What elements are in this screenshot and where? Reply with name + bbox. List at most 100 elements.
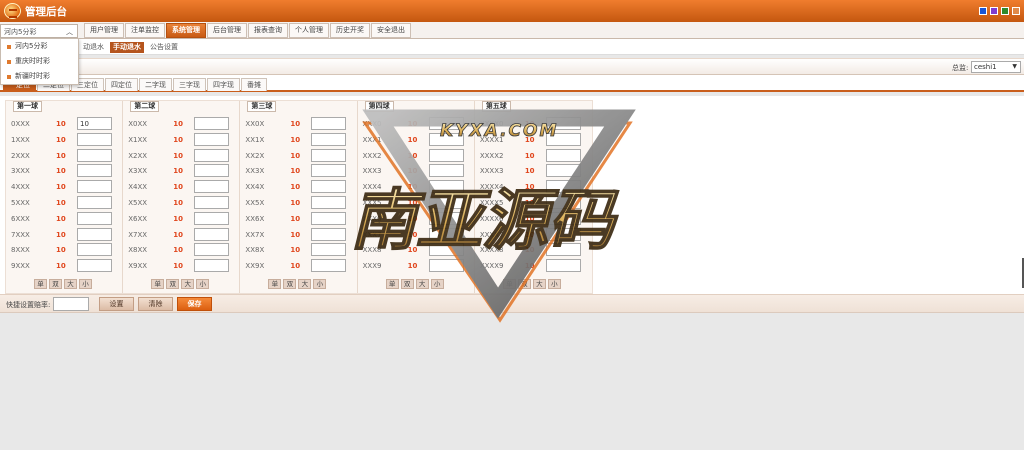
odds-input[interactable]	[545, 243, 581, 257]
odds-input[interactable]	[311, 195, 347, 209]
odds-input[interactable]	[311, 227, 347, 241]
play-tab[interactable]: 二字现	[139, 78, 172, 91]
odds-input[interactable]	[311, 132, 347, 146]
quick-select-button[interactable]: 单	[34, 279, 47, 289]
odds-input[interactable]	[194, 132, 230, 146]
quick-select-button[interactable]: 大	[532, 279, 546, 289]
lottery-select[interactable]: 河内5分彩 ︿	[0, 24, 78, 38]
theme-swatch-green[interactable]	[1001, 7, 1009, 15]
odds-input[interactable]	[77, 132, 112, 146]
nav-item[interactable]: 报表查询	[248, 23, 288, 38]
play-tab[interactable]: 四字现	[207, 78, 240, 91]
odds-input[interactable]	[77, 164, 112, 178]
odds-input[interactable]	[77, 117, 112, 130]
odds-input[interactable]	[428, 259, 464, 273]
subnav-item[interactable]: 公告设置	[147, 42, 181, 53]
odds-input[interactable]	[194, 148, 230, 162]
quick-select-button[interactable]: 大	[181, 279, 195, 289]
play-tab[interactable]: 番摊	[241, 78, 267, 91]
quick-select-button[interactable]: 小	[547, 279, 561, 289]
set-button[interactable]: 设置	[99, 297, 134, 311]
odds-input[interactable]	[428, 243, 464, 257]
subnav-item[interactable]: 动退水	[80, 42, 107, 53]
odds-input[interactable]	[77, 227, 112, 241]
odds-input[interactable]	[545, 180, 581, 194]
dropdown-item[interactable]: 重庆时时彩	[1, 54, 78, 69]
odds-input[interactable]	[77, 195, 112, 209]
odds-input[interactable]	[428, 132, 464, 146]
quick-select-button[interactable]: 大	[298, 279, 312, 289]
odds-input[interactable]	[311, 148, 347, 162]
odds-input[interactable]	[545, 117, 581, 130]
quick-select-button[interactable]: 小	[313, 279, 327, 289]
nav-item[interactable]: 历史开奖	[330, 23, 370, 38]
odds-input[interactable]	[194, 195, 230, 209]
odds-input[interactable]	[545, 148, 581, 162]
odds-input[interactable]	[428, 164, 464, 178]
dropdown-item[interactable]: 新疆时时彩	[1, 69, 78, 84]
subnav-item[interactable]: 手动退水	[110, 42, 144, 53]
odds-input[interactable]	[428, 180, 464, 194]
quick-select-button[interactable]: 单	[502, 279, 516, 289]
odds-input[interactable]	[77, 211, 112, 225]
quick-select-button[interactable]: 小	[79, 279, 92, 289]
dropdown-item[interactable]: 河内5分彩	[1, 39, 78, 54]
nav-item[interactable]: 系统管理	[166, 23, 206, 38]
quick-select-button[interactable]: 大	[64, 279, 77, 289]
odds-input[interactable]	[428, 227, 464, 241]
quick-select-button[interactable]: 双	[166, 279, 180, 289]
quick-select-button[interactable]: 单	[268, 279, 282, 289]
theme-swatch-orange[interactable]	[1012, 7, 1020, 15]
odds-input[interactable]	[194, 227, 230, 241]
odds-input[interactable]	[428, 195, 464, 209]
odds-row: XXXX7 10	[475, 227, 593, 243]
account-select[interactable]: ceshi1 ▼	[971, 61, 1021, 73]
odds-input[interactable]	[311, 259, 347, 273]
quick-select-button[interactable]: 单	[151, 279, 165, 289]
nav-item[interactable]: 注单监控	[125, 23, 165, 38]
odds-input[interactable]	[77, 180, 112, 194]
odds-input[interactable]	[194, 117, 230, 130]
quick-odds-input[interactable]	[53, 297, 89, 311]
odds-input[interactable]	[545, 259, 581, 273]
play-tab[interactable]: 三字现	[173, 78, 206, 91]
nav-item[interactable]: 个人管理	[289, 23, 329, 38]
odds-input[interactable]	[311, 243, 347, 257]
odds-input[interactable]	[77, 243, 112, 257]
theme-swatch-blue[interactable]	[979, 7, 987, 15]
theme-swatch-purple[interactable]	[990, 7, 998, 15]
odds-input[interactable]	[77, 259, 112, 273]
odds-input[interactable]	[194, 211, 230, 225]
quick-select-button[interactable]: 大	[415, 279, 429, 289]
odds-input[interactable]	[428, 211, 464, 225]
odds-input[interactable]	[545, 132, 581, 146]
quick-select-button[interactable]: 双	[283, 279, 297, 289]
nav-item[interactable]: 后台管理	[207, 23, 247, 38]
save-button[interactable]: 保存	[177, 297, 212, 311]
odds-input[interactable]	[545, 227, 581, 241]
odds-input[interactable]	[194, 243, 230, 257]
nav-item[interactable]: 安全退出	[371, 23, 411, 38]
quick-select-button[interactable]: 双	[517, 279, 531, 289]
odds-input[interactable]	[194, 164, 230, 178]
odds-input[interactable]	[428, 117, 464, 130]
play-tab[interactable]: 四定位	[105, 78, 138, 91]
odds-input[interactable]	[545, 164, 581, 178]
odds-input[interactable]	[194, 180, 230, 194]
quick-select-button[interactable]: 双	[49, 279, 62, 289]
quick-select-button[interactable]: 小	[196, 279, 210, 289]
odds-input[interactable]	[428, 148, 464, 162]
odds-input[interactable]	[311, 117, 347, 130]
clear-button[interactable]: 清除	[138, 297, 173, 311]
odds-input[interactable]	[545, 211, 581, 225]
quick-select-button[interactable]: 双	[400, 279, 414, 289]
quick-select-button[interactable]: 单	[385, 279, 399, 289]
odds-input[interactable]	[311, 164, 347, 178]
odds-input[interactable]	[311, 180, 347, 194]
odds-input[interactable]	[311, 211, 347, 225]
odds-input[interactable]	[545, 195, 581, 209]
odds-input[interactable]	[194, 259, 230, 273]
quick-select-button[interactable]: 小	[430, 279, 444, 289]
odds-input[interactable]	[77, 148, 112, 162]
nav-item[interactable]: 用户管理	[84, 23, 124, 38]
